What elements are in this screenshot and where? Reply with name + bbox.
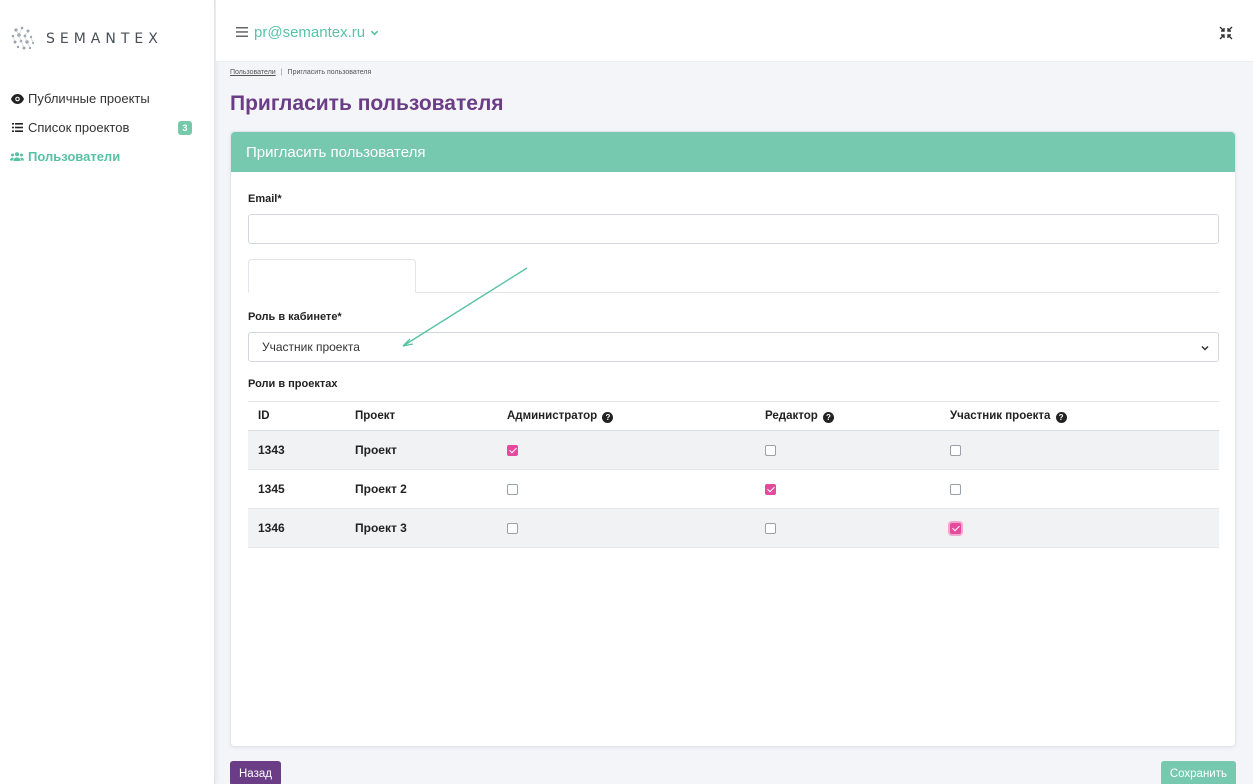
column-label: Редактор xyxy=(765,409,818,422)
project-roles-table: ID Проект Администратор ? Редактор ? Уча… xyxy=(248,401,1219,548)
cell-id: 1343 xyxy=(248,430,345,470)
chevron-down-icon xyxy=(370,30,379,36)
cell-editor xyxy=(755,430,940,470)
email-label: Email* xyxy=(248,193,282,205)
sidebar-item-label: Список проектов xyxy=(28,120,130,135)
table-row: 1343 Проект xyxy=(248,430,1219,470)
help-icon[interactable]: ? xyxy=(1055,411,1067,423)
table-header-row: ID Проект Администратор ? Редактор ? Уча… xyxy=(248,401,1219,431)
list-icon xyxy=(10,121,24,135)
eye-icon xyxy=(10,92,24,106)
cell-member xyxy=(940,469,1219,509)
brand[interactable]: SEMANTEX xyxy=(8,24,163,54)
cell-editor xyxy=(755,469,940,509)
member-checkbox[interactable] xyxy=(950,445,961,457)
role-select-value: Участник проекта xyxy=(262,340,360,354)
sidebar-item-label: Публичные проекты xyxy=(28,91,150,106)
table-row: 1345 Проект 2 xyxy=(248,469,1219,509)
account-email: pr@semantex.ru xyxy=(254,24,366,41)
tab-active[interactable] xyxy=(248,259,416,293)
editor-checkbox[interactable] xyxy=(765,484,776,496)
sidebar: SEMANTEX Публичные проекты Список проект… xyxy=(0,0,215,784)
column-label: Администратор xyxy=(507,409,598,422)
cell-admin xyxy=(497,430,755,470)
editor-checkbox[interactable] xyxy=(765,445,776,457)
account-dropdown[interactable]: pr@semantex.ru xyxy=(254,24,379,41)
save-button[interactable]: Сохранить xyxy=(1160,761,1236,784)
cell-project: Проект 3 xyxy=(345,508,497,548)
card-header: Пригласить пользователя xyxy=(231,132,1235,172)
sidebar-item-public-projects[interactable]: Публичные проекты xyxy=(10,84,205,113)
admin-checkbox[interactable] xyxy=(507,523,518,535)
breadcrumb-separator: | xyxy=(280,69,283,76)
table-row: 1346 Проект 3 xyxy=(248,508,1219,548)
breadcrumb-current: Пригласить пользователя xyxy=(287,69,372,76)
cell-project: Проект xyxy=(345,430,497,470)
hamburger-menu-icon[interactable] xyxy=(236,27,248,37)
email-field[interactable] xyxy=(248,214,1219,244)
help-icon[interactable]: ? xyxy=(602,411,614,423)
semantex-logo-icon xyxy=(11,26,35,50)
sidebar-nav: Публичные проекты Список проектов 3 Поль… xyxy=(10,84,205,171)
project-count-badge: 3 xyxy=(178,121,192,135)
chevron-down-icon xyxy=(1201,345,1209,351)
sidebar-item-label: Пользователи xyxy=(28,149,121,164)
column-header-editor: Редактор ? xyxy=(755,401,940,431)
column-label: ID xyxy=(258,410,270,422)
cell-project: Проект 2 xyxy=(345,469,497,509)
invite-card: Пригласить пользователя Email* Роль в ка… xyxy=(230,131,1236,747)
column-label: Проект xyxy=(355,410,396,422)
cell-member xyxy=(940,508,1219,548)
cell-admin xyxy=(497,469,755,509)
users-icon xyxy=(10,150,24,164)
column-label: Участник проекта xyxy=(950,409,1051,422)
column-header-member: Участник проекта ? xyxy=(940,401,1219,431)
editor-checkbox[interactable] xyxy=(765,523,776,535)
fullscreen-icon[interactable] xyxy=(1219,26,1233,40)
column-header-id: ID xyxy=(248,401,345,431)
help-icon[interactable]: ? xyxy=(822,411,834,423)
back-button[interactable]: Назад xyxy=(230,761,281,784)
cell-admin xyxy=(497,508,755,548)
cell-member xyxy=(940,430,1219,470)
role-select[interactable]: Участник проекта xyxy=(248,332,1219,362)
breadcrumb: Пользователи | Пригласить пользователя xyxy=(230,69,371,76)
member-checkbox[interactable] xyxy=(950,523,961,535)
column-header-project: Проект xyxy=(345,401,497,431)
column-header-admin: Администратор ? xyxy=(497,401,755,431)
admin-checkbox[interactable] xyxy=(507,445,518,457)
cell-editor xyxy=(755,508,940,548)
project-roles-label: Роли в проектах xyxy=(248,378,338,390)
sidebar-item-project-list[interactable]: Список проектов 3 xyxy=(10,113,205,142)
page-title: Пригласить пользователя xyxy=(230,92,504,115)
breadcrumb-link-users[interactable]: Пользователи xyxy=(230,69,276,76)
topbar: pr@semantex.ru xyxy=(216,0,1253,62)
role-label: Роль в кабинете* xyxy=(248,311,342,323)
cell-id: 1345 xyxy=(248,469,345,509)
brand-name: SEMANTEX xyxy=(46,31,163,47)
sidebar-item-users[interactable]: Пользователи xyxy=(10,142,205,171)
admin-checkbox[interactable] xyxy=(507,484,518,496)
member-checkbox[interactable] xyxy=(950,484,961,496)
cell-id: 1346 xyxy=(248,508,345,548)
